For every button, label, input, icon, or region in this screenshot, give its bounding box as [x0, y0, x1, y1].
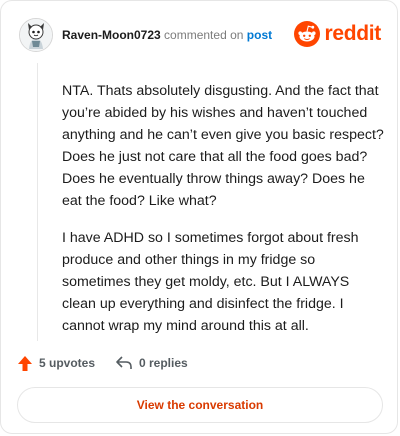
comment-body: NTA. Thats absolutely disgusting. And th…	[62, 80, 384, 352]
reddit-wordmark: reddit	[324, 22, 381, 45]
action-text: commented on	[164, 28, 244, 42]
upvote-count: 5 upvotes	[39, 356, 96, 370]
comment-card: Raven-Moon0723 commented on post reddit …	[0, 0, 398, 434]
avatar[interactable]	[19, 18, 53, 52]
comment-paragraph: NTA. Thats absolutely disgusting. And th…	[62, 83, 384, 209]
reply-count: 0 replies	[139, 356, 188, 370]
reddit-logo-icon	[294, 21, 321, 47]
comment-footer: 5 upvotes 0 replies	[17, 353, 381, 373]
upvote-button[interactable]: 5 upvotes	[17, 353, 95, 373]
comment-paragraph: I have ADHD so I sometimes forgot about …	[62, 230, 359, 334]
replies-button[interactable]: 0 replies	[115, 353, 188, 373]
username[interactable]: Raven-Moon0723	[62, 28, 161, 42]
post-link[interactable]: post	[247, 28, 272, 42]
reddit-brand[interactable]: reddit	[294, 20, 381, 48]
comment-headline: Raven-Moon0723 commented on post	[62, 27, 272, 43]
snoo-avatar-icon	[20, 19, 52, 51]
comment-header: Raven-Moon0723 commented on post reddit	[19, 18, 381, 52]
reply-arrow-icon	[116, 356, 132, 369]
upvote-arrow-icon	[18, 355, 32, 371]
view-conversation-button[interactable]: View the conversation	[17, 387, 383, 423]
thread-line	[37, 63, 38, 341]
